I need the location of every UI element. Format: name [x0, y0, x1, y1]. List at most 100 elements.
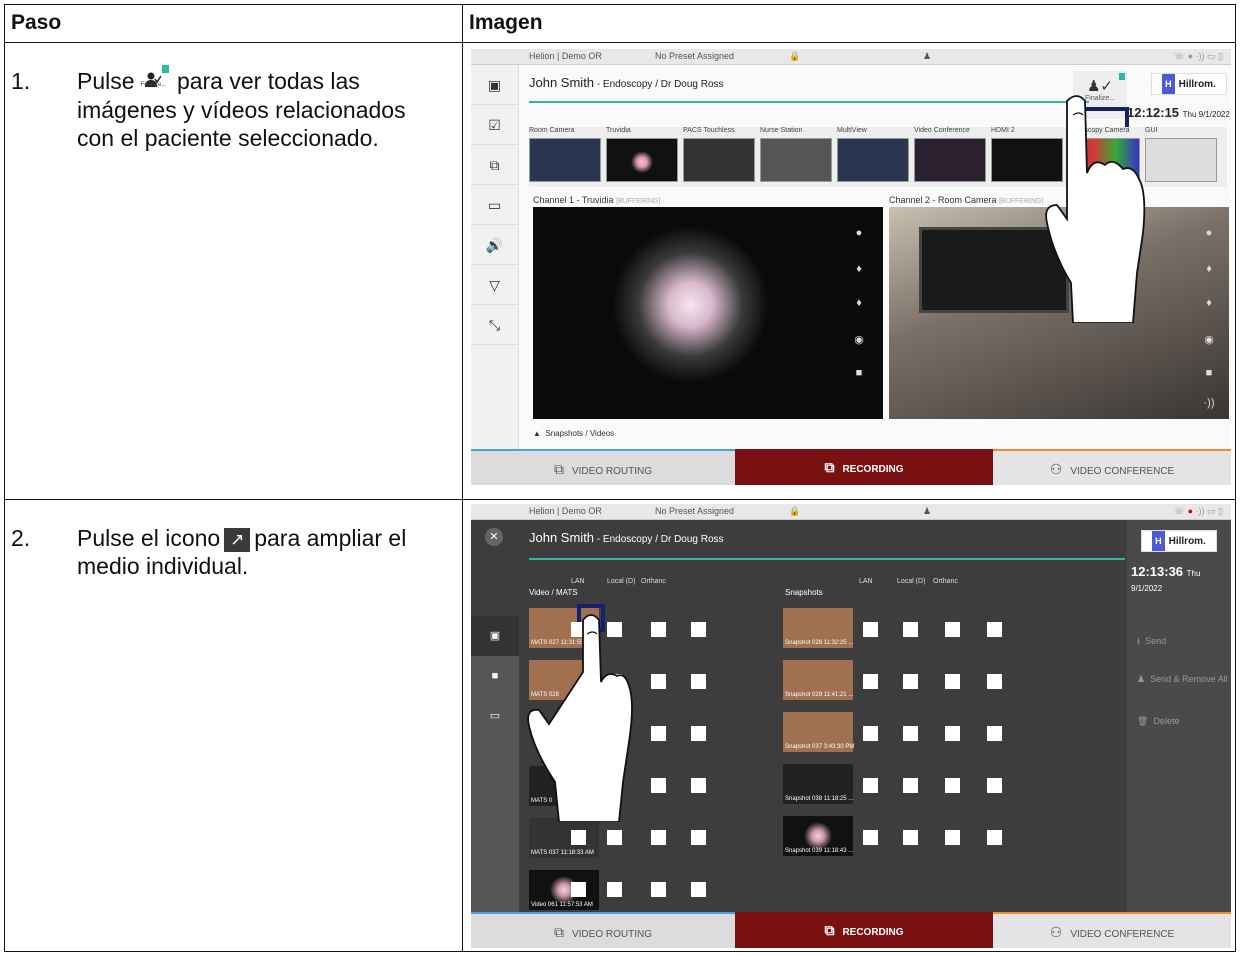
checkbox[interactable] [945, 674, 960, 689]
checkbox[interactable] [945, 622, 960, 637]
display-icon[interactable]: ▭ [471, 185, 518, 225]
tab-video-routing[interactable]: ⧉ VIDEO ROUTING [471, 912, 735, 948]
tab-label: RECORDING [842, 927, 904, 938]
checkbox[interactable] [571, 882, 586, 897]
checkbox[interactable] [863, 830, 878, 845]
all-capture-icon[interactable]: ◉ [1199, 333, 1219, 346]
helion-screen-2: Helion | Demo OR No Preset Assigned 🔒 ♟ … [471, 504, 1231, 948]
channel-1-video[interactable]: ● ♦ ♦ ◉ ■ [533, 207, 883, 419]
routing-icon[interactable]: ⧉ [471, 145, 518, 185]
source-tile[interactable]: MultiView [837, 127, 909, 187]
patient-header: John Smith - Endoscopy / Dr Doug Ross [529, 530, 724, 545]
bottom-tabs: ⧉ VIDEO ROUTING ⧉ RECORDING ⚇ VIDEO CONFERE… [471, 449, 1231, 485]
tab-video-conference[interactable]: ⚇ VIDEO CONFERENCE [993, 912, 1231, 948]
photo-filter-icon[interactable]: ■ [471, 656, 519, 696]
user-group-icon[interactable]: ♟ [923, 51, 931, 62]
arm-icon[interactable]: ♦ [1199, 297, 1219, 309]
source-tile[interactable]: Room Camera [529, 127, 601, 187]
all-capture-icon[interactable]: ◉ [849, 333, 869, 346]
lights-icon[interactable]: ▽ [471, 265, 518, 305]
checkbox[interactable] [863, 778, 878, 793]
checkbox[interactable] [903, 674, 918, 689]
channel-1-status: [BUFFERING] [616, 198, 661, 205]
checkbox[interactable] [863, 622, 878, 637]
checkbox[interactable] [987, 622, 1002, 637]
patient-card-icon[interactable]: ▣ [471, 65, 518, 105]
snapshot-camera-icon[interactable]: ■ [849, 367, 869, 379]
checkbox[interactable] [651, 622, 666, 637]
tab-recording[interactable]: ⧉ RECORDING [735, 912, 993, 948]
checkbox[interactable] [987, 674, 1002, 689]
record-dot-icon[interactable]: ● [849, 227, 869, 239]
media-thumb[interactable]: Video 061 11:57:53 AM [529, 870, 599, 910]
media-thumb[interactable]: Snapshot 037 3:43:30 PM [783, 712, 854, 752]
camera-control-icon[interactable]: ⤡ [471, 305, 518, 345]
snapshot-camera-icon[interactable]: ■ [1199, 367, 1219, 379]
checkbox[interactable] [651, 674, 666, 689]
checkbox[interactable] [903, 622, 918, 637]
checkbox[interactable] [903, 830, 918, 845]
media-thumb[interactable]: MATS 037 11:18:33 AM [529, 818, 599, 858]
procedure-document: Paso Imagen 1. Pulse Finalize... para ver … [0, 0, 1242, 956]
checkbox[interactable] [691, 726, 706, 741]
media-thumb[interactable]: Snapshot 038 11:18:25 ... [783, 764, 853, 804]
checkbox[interactable] [691, 622, 706, 637]
lock-icon[interactable]: 🔒 [789, 506, 800, 517]
finalize-patient-icon: Finalize... [139, 64, 169, 96]
checkbox[interactable] [691, 882, 706, 897]
source-thumb [914, 138, 986, 182]
checkbox[interactable] [903, 726, 918, 741]
source-tile[interactable]: GUI [1145, 127, 1217, 187]
source-tile[interactable]: Nurse Station [760, 127, 832, 187]
film-filter-icon[interactable]: ▭ [471, 696, 519, 736]
tab-video-conference[interactable]: ⚇ VIDEO CONFERENCE [993, 449, 1231, 485]
checkbox[interactable] [607, 830, 622, 845]
dest-orthanc-label: Orthanc [933, 578, 958, 585]
lock-icon[interactable]: 🔒 [789, 51, 800, 62]
record-dot-icon[interactable]: ● [1199, 227, 1219, 239]
checkbox[interactable] [903, 778, 918, 793]
checkbox[interactable] [863, 674, 878, 689]
checkbox[interactable] [945, 778, 960, 793]
step-row-2: 2. Pulse el icono ↗ para ampliar el medio i… [4, 499, 1236, 952]
send-remove-all-button[interactable]: ♟ Send & Remove All [1137, 674, 1228, 685]
checkbox[interactable] [987, 726, 1002, 741]
source-tile[interactable]: Video Conference [914, 127, 986, 187]
delete-button[interactable]: 🗑 Delete [1137, 716, 1179, 727]
close-icon[interactable]: ✕ [485, 528, 503, 546]
step-row-1: 1. Pulse Finalize... para ver todas las im… [4, 42, 1236, 500]
checkbox[interactable] [945, 726, 960, 741]
video-filter-icon[interactable]: ▣ [471, 616, 519, 656]
checkbox[interactable] [651, 726, 666, 741]
arm-icon[interactable]: ♦ [849, 297, 869, 309]
source-label: GUI [1145, 127, 1158, 134]
tab-recording[interactable]: ⧉ RECORDING [735, 449, 993, 485]
media-thumb[interactable]: Snapshot 039 11:18:43 ... [783, 816, 853, 856]
media-thumb[interactable]: Snapshot 029 11:41:21 ... [783, 660, 853, 700]
tab-video-routing[interactable]: ⧉ VIDEO ROUTING [471, 449, 735, 485]
broadcast-icon[interactable]: ·)) [1199, 397, 1219, 409]
checkbox[interactable] [651, 830, 666, 845]
arm-icon[interactable]: ♦ [849, 263, 869, 275]
media-thumb[interactable]: Snapshot 028 11:32:25 ... [783, 608, 853, 648]
checkbox[interactable] [651, 882, 666, 897]
checkbox[interactable] [691, 674, 706, 689]
checkbox[interactable] [987, 778, 1002, 793]
checklist-icon[interactable]: ☑ [471, 105, 518, 145]
user-group-icon[interactable]: ♟ [923, 506, 931, 517]
snapshots-toggle[interactable]: ▲ Snapshots / Videos [533, 429, 614, 438]
checkbox[interactable] [607, 882, 622, 897]
checkbox[interactable] [863, 726, 878, 741]
checkbox[interactable] [987, 830, 1002, 845]
checkbox[interactable] [691, 778, 706, 793]
volume-icon[interactable]: 🔊 [471, 225, 518, 265]
arm-icon[interactable]: ♦ [1199, 263, 1219, 275]
checkbox[interactable] [691, 830, 706, 845]
checkbox[interactable] [571, 830, 586, 845]
checkbox[interactable] [945, 830, 960, 845]
source-tile[interactable]: PACS Touchless [683, 127, 755, 187]
send-button[interactable]: ⭳ Send [1137, 634, 1166, 650]
dest-lan-label: LAN [571, 578, 585, 585]
checkbox[interactable] [651, 778, 666, 793]
source-tile[interactable]: Truvidia [606, 127, 678, 187]
